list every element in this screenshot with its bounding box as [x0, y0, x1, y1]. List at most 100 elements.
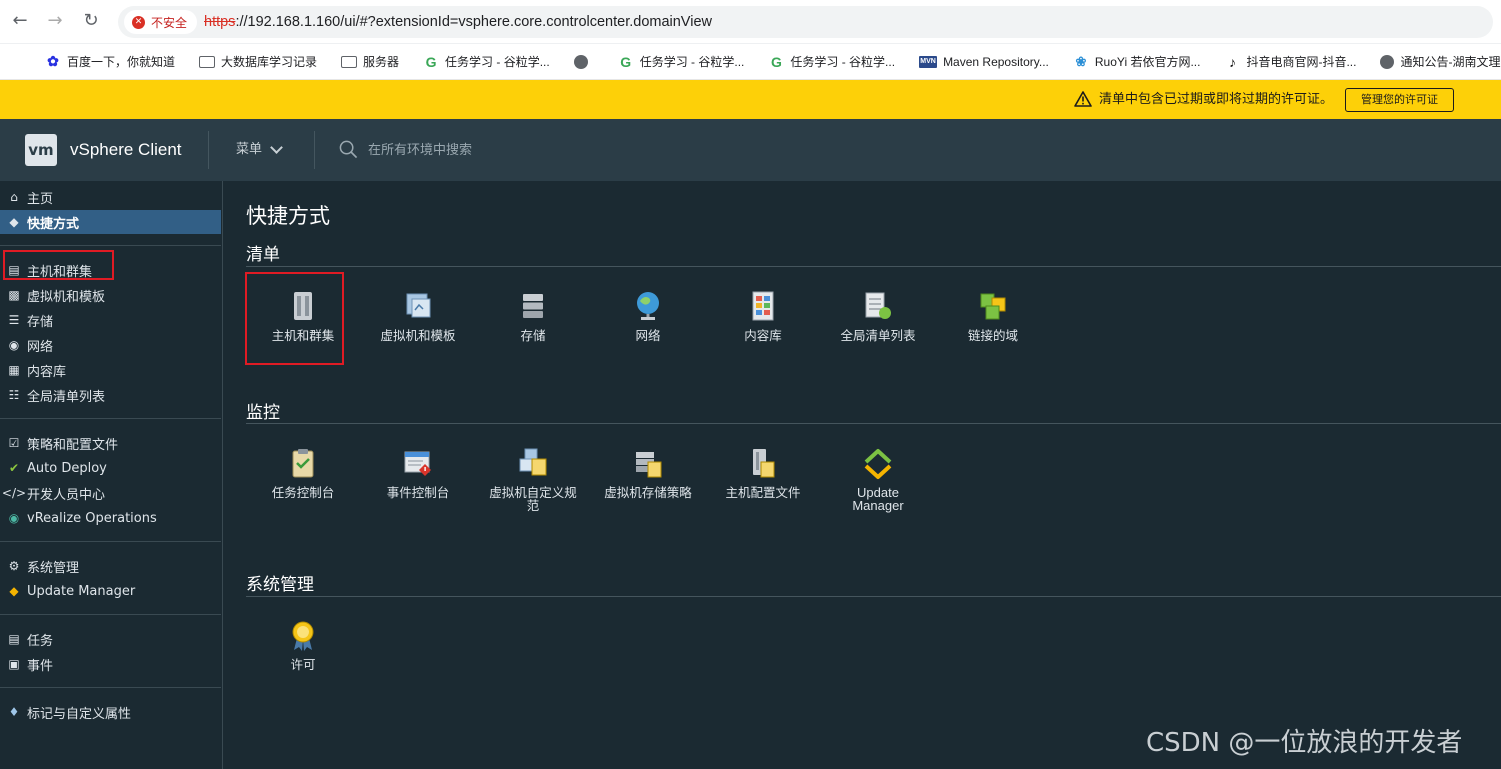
tile-content-library[interactable]: 内容库 — [713, 289, 813, 342]
tile-vms-templates[interactable]: 虚拟机和模板 — [368, 289, 468, 342]
list-icon: ☷ — [8, 388, 20, 402]
tile-update-manager[interactable]: Update Manager — [828, 446, 928, 512]
vm-customization-icon — [519, 448, 547, 476]
baidu-paw-icon: ✿ — [47, 53, 59, 69]
sidebar-item-auto-deploy[interactable]: ✔ Auto Deploy — [0, 456, 221, 480]
sidebar-item-administration[interactable]: ⚙ 系统管理 — [0, 554, 221, 578]
tile-storage[interactable]: 存储 — [483, 289, 583, 342]
tile-vm-customization-specs[interactable]: 虚拟机自定义规范 — [483, 446, 583, 512]
app-header: vm vSphere Client 菜单 — [0, 119, 1501, 181]
warning-x-icon: ✕ — [132, 15, 145, 29]
sidebar-item-content-library[interactable]: ▦ 内容库 — [0, 358, 221, 382]
tile-host-profiles[interactable]: 主机配置文件 — [713, 446, 813, 499]
bookmark-item[interactable]: ❀ RuoYi 若依官方网... — [1073, 53, 1200, 70]
ruoyi-icon: ❀ — [1075, 53, 1087, 69]
tile-task-console[interactable]: 任务控制台 — [253, 446, 353, 499]
tag-icon: ♦ — [8, 705, 20, 719]
sidebar-item-tags[interactable]: ♦ 标记与自定义属性 — [0, 700, 221, 724]
url-path: ://192.168.1.160/ui/#?extensionId=vspher… — [235, 14, 712, 30]
bookmark-item[interactable]: G 任务学习 - 谷粒学... — [768, 53, 895, 70]
sidebar-divider — [0, 541, 221, 542]
g-logo-icon: G — [620, 53, 632, 70]
address-bar[interactable]: ✕ 不安全 https://192.168.1.160/ui/#?extensi… — [118, 6, 1493, 38]
sidebar-item-vrealize[interactable]: ◉ vRealize Operations — [0, 506, 221, 530]
csdn-watermark: CSDN @一位放浪的开发者 — [1146, 728, 1463, 758]
tile-licensing[interactable]: 许可 — [253, 618, 353, 671]
sidebar-item-shortcuts[interactable]: ◆ 快捷方式 — [0, 210, 221, 234]
back-arrow-icon[interactable]: ← — [9, 10, 31, 32]
folder-icon — [199, 55, 216, 68]
sidebar-item-home[interactable]: ⌂ 主页 — [0, 185, 221, 209]
global-search-input[interactable] — [368, 137, 668, 163]
section-title-monitoring: 监控 — [246, 403, 280, 423]
section-divider — [246, 266, 1501, 267]
sidebar-item-hosts-clusters[interactable]: ▤ 主机和群集 — [0, 258, 221, 282]
app-title[interactable]: vSphere Client — [70, 119, 182, 181]
sidebar-item-tasks[interactable]: ▤ 任务 — [0, 627, 221, 651]
tile-linked-domains[interactable]: 链接的域 — [943, 289, 1043, 342]
bookmark-item[interactable]: ♪ 抖音电商官网-抖音... — [1224, 53, 1357, 70]
navigator-sidebar: ⌂ 主页 ◆ 快捷方式 ▤ 主机和群集 ▩ 虚拟机和模板 ☰ 存储 ◉ 网络 ▦ 内容库 ☷ 全… — [0, 181, 223, 769]
tile-hosts-clusters[interactable]: 主机和群集 — [253, 289, 353, 342]
auto-deploy-icon: ✔ — [8, 461, 20, 475]
reload-icon[interactable]: ↻ — [80, 10, 102, 32]
bookmark-item[interactable]: 通知公告-湖南文理 — [1380, 53, 1500, 70]
not-secure-badge[interactable]: ✕ 不安全 — [124, 10, 198, 34]
globe-icon — [573, 54, 588, 69]
bookmark-item[interactable]: MVN Maven Repository... — [919, 55, 1049, 69]
sidebar-item-storage[interactable]: ☰ 存储 — [0, 308, 221, 332]
sidebar-divider — [0, 245, 221, 246]
host-profile-icon — [753, 449, 775, 478]
bookmark-item[interactable]: G 任务学习 - 谷粒学... — [423, 53, 550, 70]
bookmark-folder[interactable]: 大数据库学习记录 — [199, 53, 317, 70]
tile-vm-storage-policies[interactable]: 虚拟机存储策略 — [598, 446, 698, 499]
globe-icon: ◉ — [8, 338, 20, 352]
global-inventory-icon — [865, 292, 891, 319]
tile-event-console[interactable]: 事件控制台 — [368, 446, 468, 499]
vmware-logo[interactable]: vm — [25, 134, 57, 166]
update-manager-icon — [864, 449, 892, 479]
event-icon: ▣ — [8, 657, 20, 671]
g-logo-icon: G — [425, 53, 437, 70]
warning-triangle-icon — [1074, 91, 1092, 107]
storage-icon — [523, 294, 543, 318]
sidebar-divider — [0, 614, 221, 615]
sidebar-item-developer-center[interactable]: </> 开发人员中心 — [0, 481, 221, 505]
url-scheme: https — [204, 14, 236, 30]
globe-icon — [637, 292, 659, 320]
event-console-icon — [404, 451, 431, 476]
tile-global-inventory[interactable]: 全局清单列表 — [828, 289, 928, 342]
not-secure-label: 不安全 — [151, 15, 188, 30]
bookmark-item[interactable] — [573, 54, 594, 69]
sidebar-item-network[interactable]: ◉ 网络 — [0, 333, 221, 357]
section-title-inventory: 清单 — [246, 245, 280, 265]
sidebar-item-events[interactable]: ▣ 事件 — [0, 652, 221, 676]
page-title: 快捷方式 — [246, 204, 330, 228]
search-icon[interactable] — [339, 140, 358, 159]
forward-arrow-icon[interactable]: → — [44, 10, 66, 32]
vrealize-icon: ◉ — [8, 511, 20, 525]
license-warning-banner: 清单中包含已过期或即将过期的许可证。 管理您的许可证 — [0, 80, 1501, 119]
linked-domains-icon — [980, 293, 1006, 320]
home-icon: ⌂ — [10, 190, 18, 204]
menu-dropdown-button[interactable]: 菜单 — [236, 119, 283, 181]
bookmark-item[interactable]: G 任务学习 - 谷粒学... — [618, 53, 744, 70]
apps-grid-icon[interactable] — [16, 54, 19, 70]
vm-template-icon — [406, 293, 431, 318]
sidebar-item-global-inventory[interactable]: ☷ 全局清单列表 — [0, 383, 221, 407]
bookmark-folder[interactable]: 服务器 — [341, 53, 399, 70]
diamond-icon: ◆ — [9, 215, 19, 229]
bookmarks-bar: ✿ 百度一下，你就知道 大数据库学习记录 服务器 G 任务学习 - 谷粒学... G… — [0, 44, 1501, 80]
content-library-icon — [752, 291, 774, 321]
manage-licenses-button[interactable]: 管理您的许可证 — [1345, 88, 1454, 112]
folder-icon — [341, 55, 358, 68]
sidebar-item-policies[interactable]: ☑ 策略和配置文件 — [0, 431, 221, 455]
chevron-down-icon — [270, 141, 283, 154]
url-text[interactable]: https://192.168.1.160/ui/#?extensionId=v… — [204, 6, 712, 38]
bookmark-item[interactable]: ✿ 百度一下，你就知道 — [45, 53, 175, 70]
sidebar-item-update-manager[interactable]: ◆ Update Manager — [0, 579, 221, 603]
vm-icon: ▩ — [8, 288, 20, 302]
tile-network[interactable]: 网络 — [598, 289, 698, 342]
update-manager-icon: ◆ — [9, 584, 19, 598]
sidebar-item-vms-templates[interactable]: ▩ 虚拟机和模板 — [0, 283, 221, 307]
